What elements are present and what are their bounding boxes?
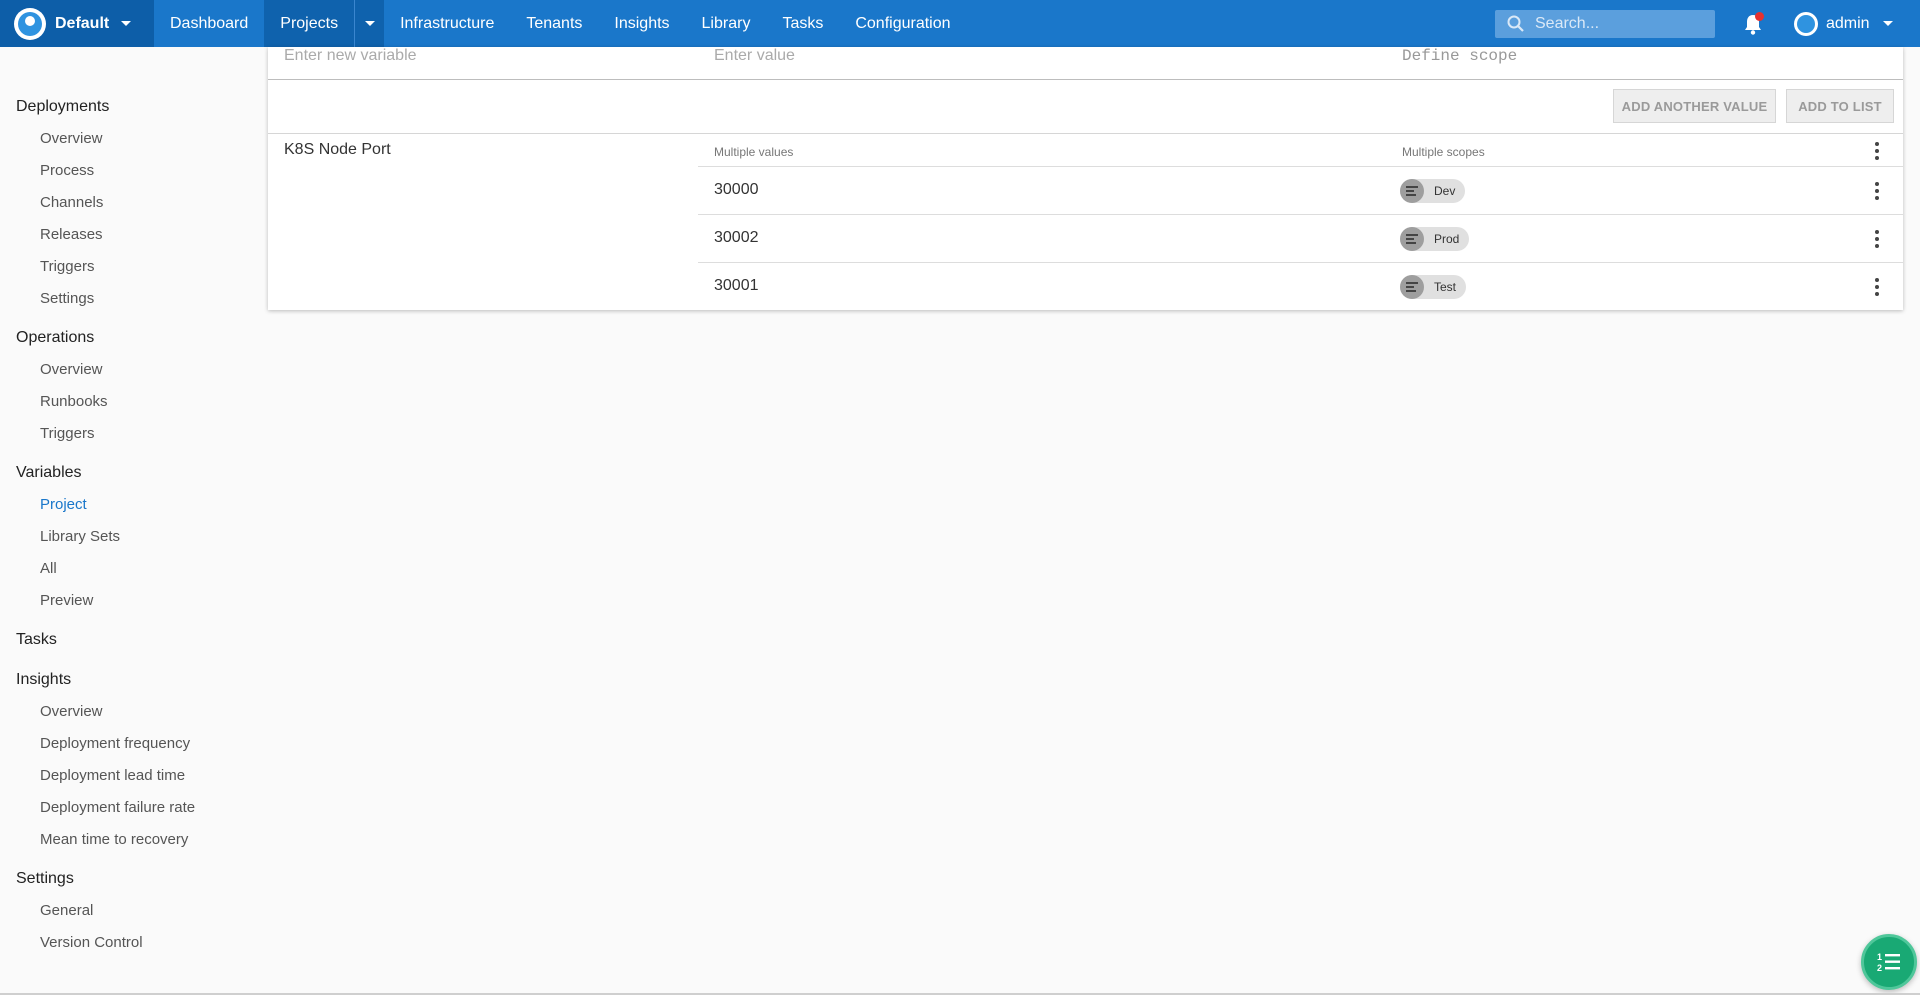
add-another-value-button[interactable]: ADD ANOTHER VALUE: [1613, 89, 1776, 123]
sidebar-item-deployment-frequency[interactable]: Deployment frequency: [0, 727, 260, 759]
sidebar-item-runbooks[interactable]: Runbooks: [0, 385, 260, 417]
sidebar-item-general[interactable]: General: [0, 894, 260, 926]
sidebar-item-channels[interactable]: Channels: [0, 186, 260, 218]
scope-chip: Dev: [1400, 179, 1466, 203]
environment-icon: [1400, 227, 1424, 251]
chevron-down-icon: [121, 21, 132, 26]
projects-dropdown-button[interactable]: [354, 0, 384, 47]
scope-chip-label: Prod: [1434, 232, 1460, 246]
row-more-options-icon[interactable]: [1867, 227, 1887, 251]
table-row[interactable]: 30000 Dev: [698, 166, 1903, 214]
sidebar-item-library-sets[interactable]: Library Sets: [0, 520, 260, 552]
chevron-down-icon: [364, 21, 375, 26]
sidebar-heading-tasks[interactable]: Tasks: [0, 625, 260, 655]
sidebar-item-all-variables[interactable]: All: [0, 552, 260, 584]
top-navigation-bar: Default Dashboard Projects Infrastructur…: [0, 0, 1920, 47]
project-sidebar: Deployments Overview Process Channels Re…: [0, 47, 260, 958]
sidebar-item-process[interactable]: Process: [0, 154, 260, 186]
nav-projects[interactable]: Projects: [264, 0, 354, 47]
user-name: admin: [1826, 14, 1870, 32]
row-more-options-icon[interactable]: [1867, 275, 1887, 299]
user-menu[interactable]: admin: [1794, 0, 1893, 47]
scope-chip-label: Dev: [1434, 184, 1456, 198]
sidebar-heading-operations[interactable]: Operations: [0, 323, 260, 353]
scopes-column-header: Multiple scopes: [1402, 145, 1485, 159]
editor-actions: ADD ANOTHER VALUE ADD TO LIST: [268, 80, 1903, 134]
space-logo-icon: [14, 7, 46, 40]
new-variable-row: Enter new variable Enter value Define sc…: [268, 47, 1903, 80]
scope-chip: Prod: [1400, 227, 1470, 251]
nav-infrastructure[interactable]: Infrastructure: [384, 0, 510, 47]
sidebar-heading-deployments[interactable]: Deployments: [0, 92, 260, 122]
values-column-header: Multiple values: [714, 145, 794, 159]
sidebar-item-insights-overview[interactable]: Overview: [0, 695, 260, 727]
sidebar-item-deployments-overview[interactable]: Overview: [0, 122, 260, 154]
sidebar-item-operations-overview[interactable]: Overview: [0, 353, 260, 385]
variables-card: Enter new variable Enter value Define sc…: [268, 47, 1903, 310]
svg-text:2: 2: [1877, 963, 1882, 973]
variable-name-input[interactable]: Enter new variable: [284, 47, 417, 65]
scope-chip-label: Test: [1434, 280, 1457, 294]
variable-value-input[interactable]: Enter value: [714, 47, 795, 65]
nav-dashboard[interactable]: Dashboard: [154, 0, 264, 47]
sidebar-item-operations-triggers[interactable]: Triggers: [0, 417, 260, 449]
sidebar-heading-insights[interactable]: Insights: [0, 665, 260, 695]
nav-tasks[interactable]: Tasks: [766, 0, 839, 47]
nav-insights[interactable]: Insights: [598, 0, 685, 47]
nav-configuration[interactable]: Configuration: [839, 0, 966, 47]
variable-value: 30001: [714, 277, 759, 294]
sidebar-item-deployment-triggers[interactable]: Triggers: [0, 250, 260, 282]
search-placeholder: Search...: [1535, 15, 1600, 32]
variable-value: 30000: [714, 181, 759, 198]
search-input[interactable]: Search...: [1495, 10, 1715, 38]
add-to-list-button[interactable]: ADD TO LIST: [1786, 89, 1894, 123]
nav-tenants[interactable]: Tenants: [510, 0, 598, 47]
variable-more-options-icon[interactable]: [1867, 139, 1887, 163]
variable-value: 30002: [714, 229, 759, 246]
sidebar-item-mean-time-to-recovery[interactable]: Mean time to recovery: [0, 823, 260, 855]
table-row[interactable]: 30001 Test: [698, 262, 1903, 310]
table-row[interactable]: 30002 Prod: [698, 214, 1903, 262]
nav-projects-group: Projects: [264, 0, 385, 47]
sidebar-item-deployment-lead-time[interactable]: Deployment lead time: [0, 759, 260, 791]
feedback-fab-button[interactable]: 1 2: [1861, 934, 1917, 990]
sidebar-heading-settings[interactable]: Settings: [0, 864, 260, 894]
row-more-options-icon[interactable]: [1867, 179, 1887, 203]
nav-library[interactable]: Library: [686, 0, 767, 47]
notifications-bell-icon[interactable]: [1742, 12, 1764, 36]
sidebar-item-project-variables[interactable]: Project: [0, 488, 260, 520]
variable-name[interactable]: K8S Node Port: [284, 141, 391, 159]
sidebar-item-releases[interactable]: Releases: [0, 218, 260, 250]
sidebar-item-deployment-failure-rate[interactable]: Deployment failure rate: [0, 791, 260, 823]
notification-badge: [1755, 12, 1764, 21]
sidebar-item-version-control[interactable]: Version Control: [0, 926, 260, 958]
scope-chip: Test: [1400, 275, 1467, 299]
sidebar-item-preview[interactable]: Preview: [0, 584, 260, 616]
space-name: Default: [55, 14, 110, 32]
svg-text:1: 1: [1877, 952, 1882, 962]
scope-input[interactable]: Define scope: [1402, 47, 1517, 65]
environment-icon: [1400, 275, 1424, 299]
numbered-list-icon: 1 2: [1877, 952, 1900, 973]
search-icon: [1507, 15, 1524, 32]
environment-icon: [1400, 179, 1424, 203]
space-switcher[interactable]: Default: [0, 0, 154, 47]
avatar: [1794, 11, 1818, 36]
sidebar-item-deployment-settings[interactable]: Settings: [0, 282, 260, 314]
chevron-down-icon: [1882, 21, 1893, 26]
sidebar-heading-variables[interactable]: Variables: [0, 458, 260, 488]
